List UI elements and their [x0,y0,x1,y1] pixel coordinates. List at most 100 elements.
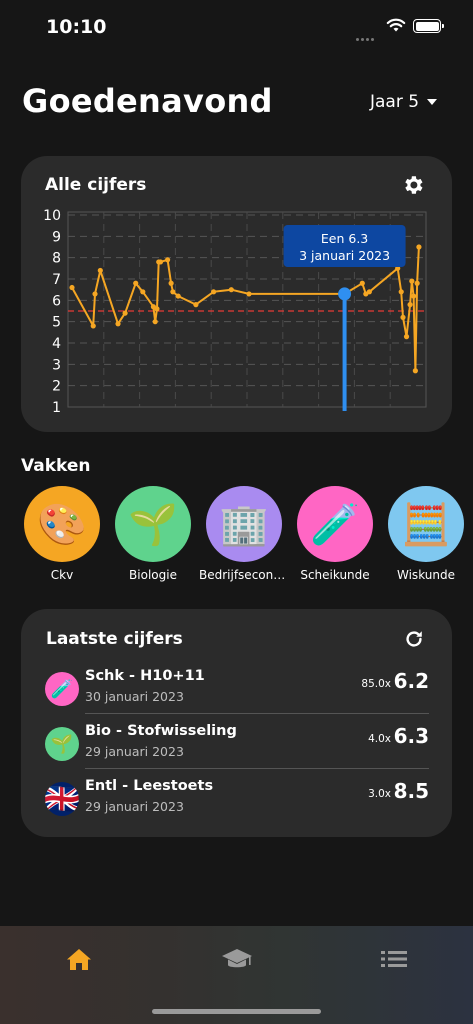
subject-icon: 🌱 [115,486,191,562]
data-point [97,267,103,274]
grade-row[interactable]: 🌱 Bio - Stofwisseling 29 januari 2023 4.0x 6… [45,721,429,769]
tab-grades[interactable] [217,944,257,974]
recent-card-title: Laatste cijfers [46,629,183,649]
home-indicator [152,1009,321,1014]
graduation-cap-icon [222,949,252,968]
data-point [211,289,217,295]
grade-title: Schk - H10+11 [85,668,205,684]
data-point [400,314,406,320]
subject-icon: 🌱 [45,727,79,761]
tab-list[interactable] [374,944,414,974]
subject-label: Scheikunde [300,568,370,582]
subject-icon: 🇬🇧 [45,782,79,816]
y-tick-label: 7 [52,272,61,288]
subject-ckv[interactable]: 🎨 Ckv [17,486,107,582]
subject-bedrijfseconomie[interactable]: 🏢 Bedrijfseconomie [199,486,289,582]
tooltip-grade: Een 6.3 [321,231,368,246]
battery-icon [413,19,444,33]
y-tick-label: 1 [52,400,61,416]
list-icon [381,951,407,967]
subject-emoji-icon: 🇬🇧 [45,782,79,816]
subject-icon: 🏢 [206,486,282,562]
y-tick-label: 5 [52,315,61,331]
page-title: Goedenavond [22,82,273,120]
data-point [407,302,413,308]
data-point [412,368,418,374]
grade-date: 29 januari 2023 [85,799,184,814]
data-point [175,293,181,299]
data-point [366,289,372,295]
grade-title: Entl - Leestoets [85,778,214,794]
grade-row[interactable]: 🇬🇧 Entl - Leestoets 29 januari 2023 3.0x 8.5 [45,776,429,824]
subject-emoji-icon: 🌱 [50,733,74,755]
grades-chart-card: 1 2 3 4 5 6 7 8 9 10 Een 6.3 3 januari 2023 Alle ci… [21,156,452,432]
subject-icon: 🎨 [24,486,100,562]
year-label: Jaar 5 [370,92,420,112]
subject-biologie[interactable]: 🌱 Biologie [108,486,198,582]
divider [85,768,429,769]
data-point [164,257,171,263]
subject-icon: 🧪 [45,672,79,706]
y-tick-label: 3 [52,357,61,373]
data-point [152,319,158,325]
data-point [246,291,252,297]
data-point [409,278,415,284]
y-tick-label: 2 [52,379,61,395]
tooltip-date: 3 januari 2023 [299,248,390,263]
subject-emoji-icon: 🧮 [401,501,451,548]
subject-emoji-icon: 🧪 [310,501,360,548]
data-point [416,244,422,250]
signal-icon [356,26,376,45]
grades-chart[interactable]: 1 2 3 4 5 6 7 8 9 10 Een 6.3 3 januari 2023 [21,156,452,432]
subjects-title: Vakken [21,456,91,476]
subject-label: Wiskunde [397,568,455,582]
status-bar: 10:10 [0,0,473,54]
y-tick-label: 4 [52,336,61,352]
year-selector[interactable]: Jaar 5 [370,92,438,112]
y-tick-label: 10 [43,208,61,224]
data-point [92,291,98,297]
data-point [154,306,160,312]
gear-icon[interactable] [401,173,425,197]
grade-value: 6.2 [393,669,429,693]
data-point [193,302,199,308]
grade-date: 30 januari 2023 [85,689,184,704]
subject-emoji-icon: 🎨 [37,501,87,548]
subject-emoji-icon: 🌱 [128,501,178,548]
subject-icon: 🧮 [388,486,464,562]
grade-weight: 3.0x [368,788,391,800]
subject-scheikunde[interactable]: 🧪 Scheikunde [290,486,380,582]
subject-label: Ckv [50,568,74,582]
data-point [90,323,96,329]
data-point [359,280,365,286]
home-icon [67,949,91,970]
grade-row[interactable]: 🧪 Schk - H10+11 30 januari 2023 85.0x 6.2 [45,666,429,714]
data-point [414,280,420,286]
subject-emoji-icon: 🏢 [219,501,269,548]
data-point [168,280,174,286]
y-tick-label: 8 [52,251,61,267]
wifi-icon [386,18,406,32]
refresh-icon[interactable] [403,628,425,650]
data-point [115,321,121,327]
subject-icon: 🧪 [297,486,373,562]
recent-grades-card: Laatste cijfers 🧪 Schk - H10+11 30 januari… [21,609,452,837]
data-point [228,287,234,293]
data-point [122,310,128,316]
grade-weight: 85.0x [361,678,391,690]
grade-value: 6.3 [393,724,429,748]
subject-wiskunde[interactable]: 🧮 Wiskunde [381,486,471,582]
y-tick-label: 6 [52,293,61,309]
y-tick-label: 9 [52,229,61,245]
data-point [411,293,417,299]
data-point [133,280,139,286]
tab-home[interactable] [59,944,99,974]
subject-label: Bedrijfseconomie [199,568,289,582]
status-time: 10:10 [46,16,107,38]
data-point [398,289,404,295]
grade-date: 29 januari 2023 [85,744,184,759]
subject-label: Biologie [129,568,177,582]
subject-emoji-icon: 🧪 [50,678,74,700]
data-point [403,334,410,340]
highlight-point [338,287,352,301]
